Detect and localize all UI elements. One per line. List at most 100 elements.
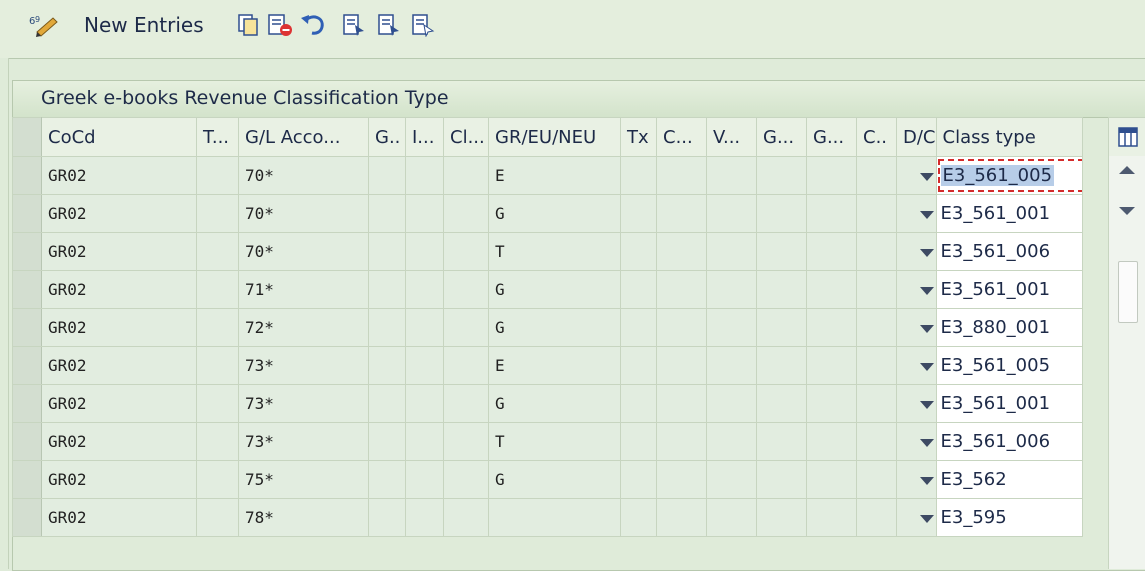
dc-dropdown[interactable]	[896, 194, 937, 233]
class-type-input[interactable]: E3_595	[935, 498, 1083, 537]
column-header-dc[interactable]: D/C	[896, 117, 937, 157]
cocd-cell[interactable]: GR02	[41, 270, 197, 309]
column-header-cl[interactable]: Cl...	[443, 117, 489, 157]
cocd-cell[interactable]: GR02	[41, 194, 197, 233]
class-type-input[interactable]: E3_561_006	[935, 422, 1083, 461]
table-row[interactable]: GR02 71* G E3_561_001	[12, 270, 1083, 309]
table-row[interactable]: GR02 70* E E3_561_005	[12, 156, 1083, 195]
dropdown-arrow-icon[interactable]	[919, 438, 934, 447]
tx-cell[interactable]	[620, 194, 657, 233]
c2-cell[interactable]	[856, 194, 897, 233]
cocd-cell[interactable]: GR02	[41, 156, 197, 195]
row-selector-button[interactable]	[12, 422, 42, 461]
i-cell[interactable]	[405, 384, 444, 423]
c1-cell[interactable]	[656, 346, 707, 385]
table-row[interactable]: GR02 70* G E3_561_001	[12, 194, 1083, 233]
gr-eu-neu-cell[interactable]: G	[488, 460, 621, 499]
i-cell[interactable]	[405, 156, 444, 195]
g1-cell[interactable]	[368, 460, 406, 499]
gl-account-cell[interactable]: 70*	[238, 194, 369, 233]
cl-cell[interactable]	[443, 232, 489, 271]
v-cell[interactable]	[706, 460, 757, 499]
delete-icon[interactable]	[265, 10, 295, 40]
i-cell[interactable]	[405, 346, 444, 385]
dc-dropdown[interactable]	[896, 308, 937, 347]
t-cell[interactable]	[196, 156, 239, 195]
dropdown-arrow-icon[interactable]	[919, 400, 934, 409]
g3-cell[interactable]	[806, 384, 857, 423]
table-settings-icon[interactable]	[1108, 117, 1145, 157]
g3-cell[interactable]	[806, 422, 857, 461]
dc-dropdown[interactable]	[896, 498, 937, 537]
row-selector-button[interactable]	[12, 232, 42, 271]
dc-dropdown[interactable]	[896, 384, 937, 423]
tx-cell[interactable]	[620, 232, 657, 271]
c1-cell[interactable]	[656, 498, 707, 537]
tx-cell[interactable]	[620, 308, 657, 347]
c1-cell[interactable]	[656, 270, 707, 309]
column-header-g2[interactable]: G...	[756, 117, 807, 157]
dropdown-arrow-icon[interactable]	[919, 210, 934, 219]
column-header-i[interactable]: I...	[405, 117, 444, 157]
cocd-cell[interactable]: GR02	[41, 232, 197, 271]
new-entries-button[interactable]: New Entries	[84, 12, 204, 38]
column-header-cocd[interactable]: CoCd	[41, 117, 197, 157]
tx-cell[interactable]	[620, 384, 657, 423]
tx-cell[interactable]	[620, 498, 657, 537]
gl-account-cell[interactable]: 78*	[238, 498, 369, 537]
dc-dropdown[interactable]	[896, 156, 937, 195]
tx-cell[interactable]	[620, 460, 657, 499]
dc-dropdown[interactable]	[896, 422, 937, 461]
g2-cell[interactable]	[756, 308, 807, 347]
cocd-cell[interactable]: GR02	[41, 460, 197, 499]
class-type-input[interactable]: E3_561_005	[935, 346, 1083, 385]
i-cell[interactable]	[405, 194, 444, 233]
c2-cell[interactable]	[856, 270, 897, 309]
t-cell[interactable]	[196, 346, 239, 385]
class-type-input[interactable]: E3_561_001	[935, 384, 1083, 423]
table-row[interactable]: GR02 75* G E3_562	[12, 460, 1083, 499]
g2-cell[interactable]	[756, 232, 807, 271]
c2-cell[interactable]	[856, 232, 897, 271]
table-row[interactable]: GR02 70* T E3_561_006	[12, 232, 1083, 271]
g2-cell[interactable]	[756, 194, 807, 233]
g3-cell[interactable]	[806, 270, 857, 309]
scrollbar-thumb[interactable]	[1118, 261, 1138, 323]
table-row[interactable]: GR02 73* G E3_561_001	[12, 384, 1083, 423]
cl-cell[interactable]	[443, 308, 489, 347]
c2-cell[interactable]	[856, 384, 897, 423]
column-header-gl-account[interactable]: G/L Acco...	[238, 117, 369, 157]
select-all-rows-header[interactable]	[12, 117, 42, 157]
g2-cell[interactable]	[756, 346, 807, 385]
v-cell[interactable]	[706, 156, 757, 195]
t-cell[interactable]	[196, 422, 239, 461]
dc-dropdown[interactable]	[896, 270, 937, 309]
class-type-input[interactable]: E3_880_001	[935, 308, 1083, 347]
g2-cell[interactable]	[756, 384, 807, 423]
class-type-input[interactable]: E3_561_006	[935, 232, 1083, 271]
i-cell[interactable]	[405, 270, 444, 309]
c2-cell[interactable]	[856, 460, 897, 499]
gr-eu-neu-cell[interactable]: T	[488, 232, 621, 271]
dropdown-arrow-icon[interactable]	[919, 248, 934, 257]
g3-cell[interactable]	[806, 460, 857, 499]
undo-icon[interactable]	[298, 10, 328, 40]
table-row[interactable]: GR02 72* G E3_880_001	[12, 308, 1083, 347]
column-header-class-type[interactable]: Class type	[935, 117, 1083, 157]
i-cell[interactable]	[405, 460, 444, 499]
dropdown-arrow-icon[interactable]	[919, 362, 934, 371]
t-cell[interactable]	[196, 270, 239, 309]
cocd-cell[interactable]: GR02	[41, 346, 197, 385]
row-selector-button[interactable]	[12, 384, 42, 423]
column-header-g3[interactable]: G...	[806, 117, 857, 157]
cl-cell[interactable]	[443, 460, 489, 499]
gl-account-cell[interactable]: 71*	[238, 270, 369, 309]
v-cell[interactable]	[706, 384, 757, 423]
g1-cell[interactable]	[368, 498, 406, 537]
t-cell[interactable]	[196, 460, 239, 499]
v-cell[interactable]	[706, 422, 757, 461]
tx-cell[interactable]	[620, 346, 657, 385]
i-cell[interactable]	[405, 498, 444, 537]
gr-eu-neu-cell[interactable]: G	[488, 308, 621, 347]
v-cell[interactable]	[706, 308, 757, 347]
